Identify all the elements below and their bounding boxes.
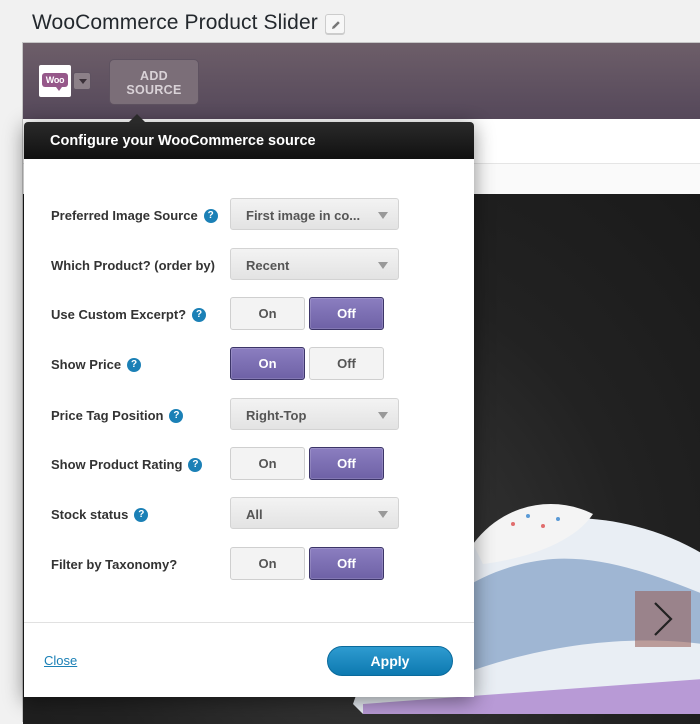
woo-logo-icon[interactable]: Woo <box>39 65 71 97</box>
row-which-product: Which Product? (order by) Recent <box>24 248 474 284</box>
row-label: Preferred Image Source? <box>51 208 218 223</box>
custom-excerpt-off-button[interactable]: Off <box>309 297 384 330</box>
select-value: All <box>246 507 263 522</box>
row-label: Show Price? <box>51 357 142 372</box>
configure-source-dialog: Configure your WooCommerce source Prefer… <box>24 114 474 697</box>
which-product-select[interactable]: Recent <box>230 248 399 280</box>
chevron-down-icon <box>378 412 388 419</box>
row-stock-status: Stock status? All <box>24 497 474 533</box>
product-rating-off-button[interactable]: Off <box>309 447 384 480</box>
price-tag-position-select[interactable]: Right-Top <box>230 398 399 430</box>
next-slide-button[interactable] <box>635 591 691 647</box>
select-value: Recent <box>246 258 290 273</box>
show-price-on-button[interactable]: On <box>230 347 305 380</box>
filter-taxonomy-off-button[interactable]: Off <box>309 547 384 580</box>
help-icon[interactable]: ? <box>134 508 149 522</box>
help-icon[interactable]: ? <box>127 358 142 372</box>
add-source-label-line2: SOURCE <box>126 83 182 97</box>
filter-taxonomy-on-button[interactable]: On <box>230 547 305 580</box>
dialog-footer: Close Apply <box>24 622 474 697</box>
chevron-down-icon <box>378 511 388 518</box>
dialog-header: Configure your WooCommerce source <box>24 114 474 159</box>
page-title: WooCommerce Product Slider <box>32 11 318 34</box>
apply-button[interactable]: Apply <box>327 646 453 676</box>
row-use-custom-excerpt: Use Custom Excerpt?? On Off <box>24 297 474 333</box>
help-icon[interactable]: ? <box>169 409 184 423</box>
add-source-button[interactable]: ADD SOURCE <box>109 59 199 105</box>
row-show-price: Show Price? On Off <box>24 347 474 383</box>
select-value: First image in co... <box>246 208 361 223</box>
row-label: Which Product? (order by) <box>51 258 215 273</box>
row-label: Stock status? <box>51 507 149 522</box>
row-show-product-rating: Show Product Rating? On Off <box>24 447 474 483</box>
row-label: Show Product Rating? <box>51 457 203 472</box>
help-icon[interactable]: ? <box>203 209 218 223</box>
chevron-down-icon[interactable] <box>73 72 91 90</box>
stock-status-select[interactable]: All <box>230 497 399 529</box>
edit-title-button[interactable] <box>325 14 345 34</box>
row-price-tag-position: Price Tag Position? Right-Top <box>24 398 474 434</box>
next-arrow-icon <box>654 602 673 636</box>
woo-logo-text: Woo <box>42 73 68 91</box>
help-icon[interactable]: ? <box>188 458 203 472</box>
row-label: Price Tag Position? <box>51 408 184 423</box>
close-link[interactable]: Close <box>44 653 77 668</box>
edit-icon <box>332 21 340 29</box>
chevron-down-icon <box>378 212 388 219</box>
toolbar: Woo ADD SOURCE <box>23 43 700 119</box>
chevron-down-icon <box>378 262 388 269</box>
dialog-title: Configure your WooCommerce source <box>50 133 316 149</box>
show-price-off-button[interactable]: Off <box>309 347 384 380</box>
product-rating-on-button[interactable]: On <box>230 447 305 480</box>
select-value: Right-Top <box>246 408 307 423</box>
row-label: Use Custom Excerpt?? <box>51 307 207 322</box>
custom-excerpt-on-button[interactable]: On <box>230 297 305 330</box>
add-source-label-line1: ADD <box>140 69 168 83</box>
row-label: Filter by Taxonomy? <box>51 557 178 572</box>
row-preferred-image-source: Preferred Image Source? First image in c… <box>24 198 474 234</box>
help-icon[interactable]: ? <box>192 308 207 322</box>
preferred-image-source-select[interactable]: First image in co... <box>230 198 399 230</box>
row-filter-by-taxonomy: Filter by Taxonomy? On Off <box>24 547 474 583</box>
